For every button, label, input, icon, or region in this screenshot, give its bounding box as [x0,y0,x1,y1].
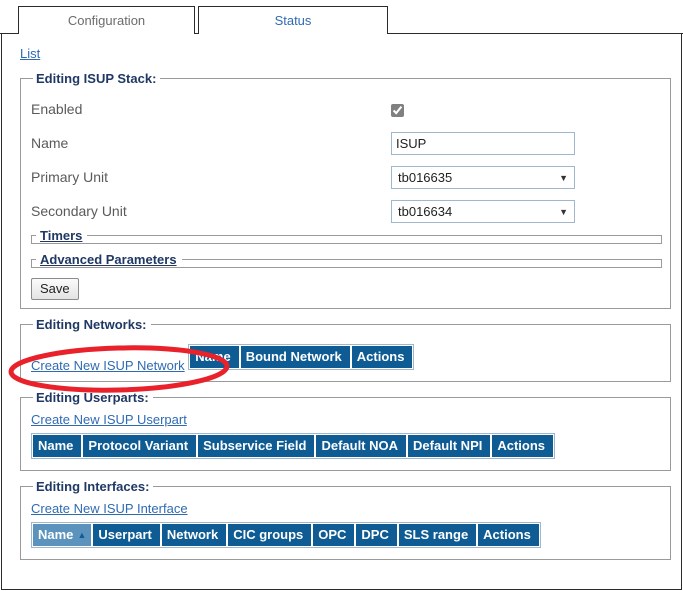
userparts-col-protocol-variant[interactable]: Protocol Variant [82,435,199,457]
field-row-name: Name [31,126,662,160]
interfaces-col-name-label: Name [38,527,74,542]
secondary-unit-value: tb016634 [398,203,453,219]
editing-networks-section: Editing Networks: Create New ISUP Networ… [20,317,671,382]
tab-list: Configuration Status [18,6,388,34]
userparts-col-default-noa[interactable]: Default NOA [315,435,409,457]
networks-table-header-row: Name Bound Network Actions [190,346,413,368]
secondary-unit-select[interactable]: tb016634 ▼ [391,199,575,223]
networks-table: Name Bound Network Actions [190,346,413,368]
networks-col-name[interactable]: Name [190,346,241,368]
editing-isup-stack-legend: Editing ISUP Stack: [36,71,157,86]
primary-unit-value: tb016635 [398,169,453,185]
userparts-table: Name Protocol Variant Subservice Field D… [33,435,554,457]
secondary-unit-control: tb016634 ▼ [391,199,575,223]
editing-networks-legend: Editing Networks: [36,317,147,332]
editing-userparts-legend: Editing Userparts: [36,390,149,405]
interfaces-col-userpart[interactable]: Userpart [92,524,162,546]
primary-unit-select[interactable]: tb016635 ▼ [391,165,575,189]
editing-interfaces-legend: Editing Interfaces: [36,479,150,494]
tab-configuration[interactable]: Configuration [18,6,195,34]
interfaces-col-name[interactable]: Name ▲ [33,524,94,546]
primary-unit-control: tb016635 ▼ [391,165,575,189]
userparts-col-subservice-field[interactable]: Subservice Field [197,435,317,457]
save-button[interactable]: Save [31,278,79,300]
chevron-down-icon: ▼ [559,206,568,217]
timers-section: Timers [31,228,662,244]
interfaces-col-cic-groups[interactable]: CIC groups [227,524,314,546]
networks-table-wrapper: Name Bound Network Actions [188,344,415,370]
field-row-secondary-unit: Secondary Unit tb016634 ▼ [31,194,662,228]
userparts-table-header-row: Name Protocol Variant Subservice Field D… [33,435,554,457]
create-new-isup-userpart-link[interactable]: Create New ISUP Userpart [31,412,187,427]
enabled-checkbox[interactable] [391,103,404,117]
userparts-col-default-npi[interactable]: Default NPI [407,435,493,457]
interfaces-table: Name ▲ Userpart Network CIC groups OPC D… [33,524,539,546]
userparts-table-wrapper: Name Protocol Variant Subservice Field D… [31,433,556,459]
interfaces-table-header-row: Name ▲ Userpart Network CIC groups OPC D… [33,524,539,546]
create-new-isup-interface-link[interactable]: Create New ISUP Interface [31,501,188,516]
enabled-label: Enabled [31,101,83,117]
networks-col-bound-network[interactable]: Bound Network [239,346,352,368]
secondary-unit-label: Secondary Unit [31,203,127,219]
create-new-isup-network-link[interactable]: Create New ISUP Network [31,358,185,373]
timers-toggle-legend[interactable]: Timers [36,228,87,243]
editing-isup-stack-section: Editing ISUP Stack: Enabled Name Primary… [20,71,671,309]
chevron-down-icon: ▼ [559,172,568,183]
tab-status[interactable]: Status [198,6,388,34]
field-row-enabled: Enabled [31,92,662,126]
breadcrumb-list-link[interactable]: List [20,46,40,61]
interfaces-table-wrapper: Name ▲ Userpart Network CIC groups OPC D… [31,522,541,548]
advanced-parameters-section: Advanced Parameters [31,252,662,268]
sort-ascending-icon: ▲ [77,530,87,540]
advanced-parameters-toggle-legend[interactable]: Advanced Parameters [36,252,182,267]
userparts-col-actions[interactable]: Actions [491,435,554,457]
userparts-col-name[interactable]: Name [33,435,84,457]
interfaces-col-sls-range[interactable]: SLS range [397,524,479,546]
primary-unit-label: Primary Unit [31,169,109,185]
enabled-control [391,101,404,117]
tab-bar: Configuration Status [0,0,683,35]
networks-col-actions[interactable]: Actions [350,346,413,368]
name-input[interactable] [391,131,575,155]
interfaces-col-network[interactable]: Network [160,524,229,546]
field-row-primary-unit: Primary Unit tb016635 ▼ [31,160,662,194]
editing-interfaces-section: Editing Interfaces: Create New ISUP Inte… [20,479,671,560]
editing-userparts-section: Editing Userparts: Create New ISUP Userp… [20,390,671,471]
name-label: Name [31,135,69,151]
name-control [391,131,575,155]
interfaces-col-dpc[interactable]: DPC [355,524,399,546]
page-content: List Editing ISUP Stack: Enabled Name Pr… [1,34,682,590]
interfaces-col-actions[interactable]: Actions [477,524,539,546]
interfaces-col-opc[interactable]: OPC [312,524,357,546]
